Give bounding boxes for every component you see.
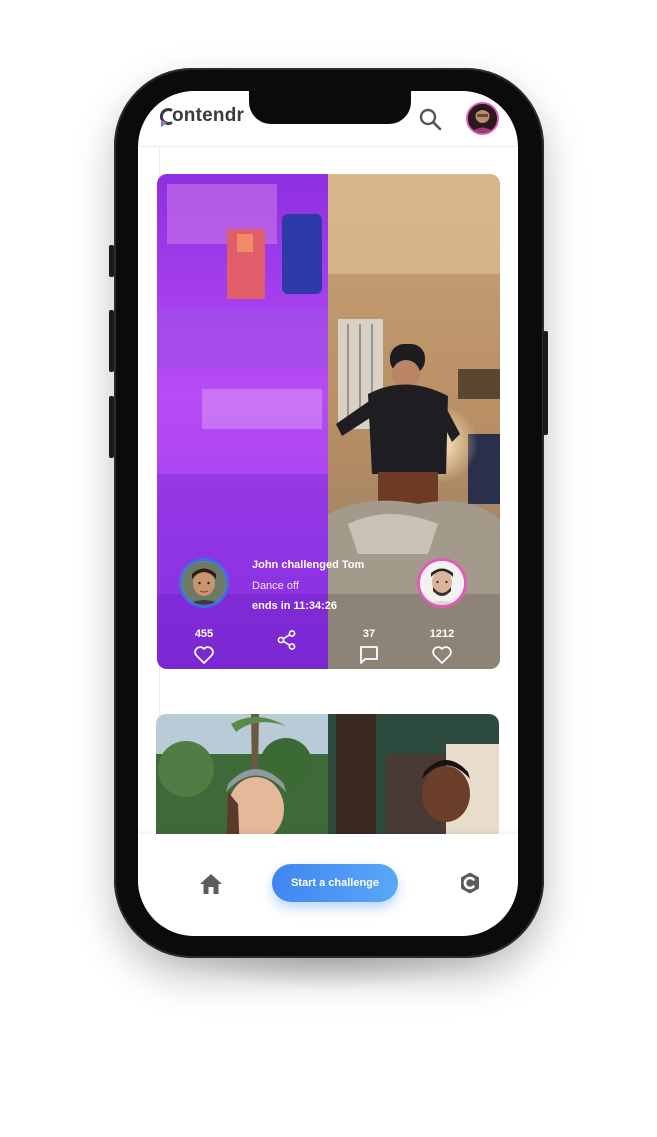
contendr-logo-mark-icon [158, 106, 176, 127]
opponent-avatar[interactable] [417, 558, 467, 608]
app-screen: ontendr John challenged Tom Dance off en… [138, 91, 518, 936]
challenge-category: Dance off [252, 580, 299, 592]
heart-icon[interactable] [193, 644, 215, 666]
comments-count: 37 [362, 628, 376, 640]
opponent-video[interactable] [328, 174, 500, 669]
search-icon[interactable] [418, 107, 442, 131]
home-icon[interactable] [198, 871, 224, 897]
profile-avatar[interactable] [466, 102, 499, 135]
challenge-card[interactable] [156, 714, 499, 854]
start-challenge-button[interactable]: Start a challenge [272, 864, 398, 902]
share-icon[interactable] [276, 629, 298, 651]
power-button [543, 331, 548, 435]
challenge-card[interactable]: John challenged Tom Dance off ends in 11… [157, 174, 500, 669]
phone-notch [249, 91, 411, 124]
challenge-title: John challenged Tom [252, 559, 365, 571]
volume-up-button [109, 310, 114, 372]
mute-switch [109, 245, 114, 277]
heart-icon[interactable] [431, 644, 453, 666]
likes-count-left: 455 [194, 628, 214, 640]
challenge-countdown: ends in 11:34:26 [252, 600, 337, 612]
bottom-nav: Start a challenge [138, 834, 518, 936]
volume-down-button [109, 396, 114, 458]
contendr-logo-icon[interactable] [458, 871, 482, 895]
challenger-avatar[interactable] [179, 558, 229, 608]
brand-name: ontendr [172, 105, 245, 126]
brand-logo[interactable]: ontendr [158, 105, 244, 127]
likes-count-right: 1212 [429, 628, 455, 640]
comment-icon[interactable] [358, 644, 380, 666]
